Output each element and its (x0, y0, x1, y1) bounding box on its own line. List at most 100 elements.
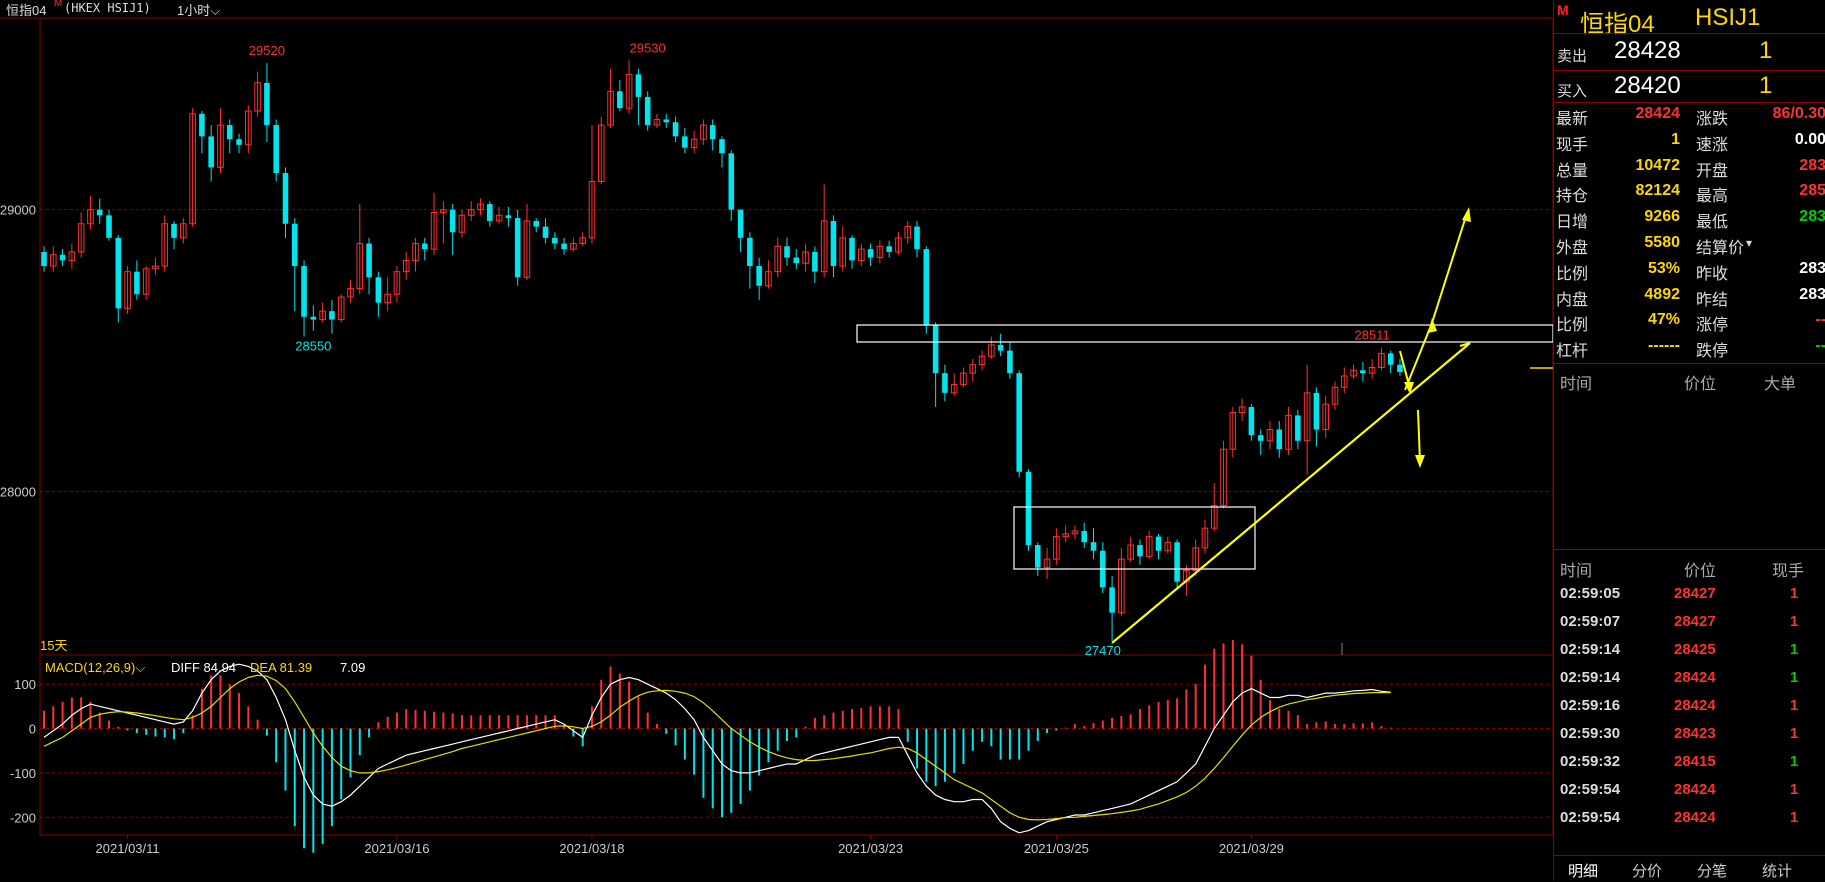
candle-body (1034, 545, 1041, 568)
arrowhead-down-2 (1415, 455, 1425, 468)
candle-body (635, 74, 642, 97)
macd-label[interactable]: MACD(12,26,9)⌵ (45, 660, 145, 675)
candle-body (1109, 587, 1115, 613)
tick-hdr-price: 价位 (1684, 563, 1717, 580)
stat-value: 10472 (1635, 156, 1681, 174)
stat-row: 昨收 283 (1696, 258, 1825, 283)
candle-body (784, 246, 790, 258)
tick-volume: 1 (1790, 697, 1799, 714)
stat-value: 283 (1799, 285, 1825, 303)
candle-body (1397, 364, 1403, 373)
candle-body (728, 153, 735, 210)
price-chart[interactable]: 28000 29000 2021/03/11 2021/03/16 2021/03/18… (0, 0, 1553, 881)
candle-layer (41, 60, 1403, 641)
annotation-layer: 29520 29530 28550 27470 28511 (249, 40, 1390, 658)
tick-price: 28425 (1674, 641, 1716, 658)
tab-stats[interactable]: 统计 (1762, 860, 1792, 881)
candle-body (375, 277, 382, 303)
stat-key: 结算价 (1696, 240, 1745, 257)
candle-body (1090, 542, 1097, 551)
stat-key: 最高 (1696, 188, 1729, 206)
stat-value: 5580 (1644, 234, 1680, 251)
candle-body (830, 220, 837, 267)
tick-hdr-time: 时间 (1560, 563, 1593, 580)
candle-body (273, 125, 279, 174)
candle-body (291, 223, 298, 267)
stat-row: 最新 28424 (1556, 103, 1680, 128)
tick-time: 02:59:54 (1560, 781, 1621, 798)
candle-body (533, 220, 540, 227)
divider (1554, 549, 1825, 550)
tick-price: 28424 (1674, 697, 1716, 714)
chevron-down-icon[interactable]: ▾ (1746, 236, 1752, 250)
candle-body (1313, 392, 1320, 430)
candle-body (719, 139, 725, 154)
range-label: 15天 (40, 638, 67, 653)
macd-layer (43, 639, 1392, 853)
stat-value: 283 (1799, 259, 1825, 277)
tab-trades[interactable]: 分笔 (1697, 860, 1727, 881)
axis-layer: 28000 29000 2021/03/11 2021/03/16 2021/03/18… (0, 203, 1284, 856)
tick-row: 02:59:54 28424 1 (1554, 804, 1825, 832)
stat-row: 现手 1 (1556, 129, 1680, 154)
stat-key: 最低 (1696, 214, 1729, 232)
stat-value: ------ (1648, 337, 1680, 355)
stat-value: 283 (1799, 156, 1825, 174)
macd-y-tick-label: -100 (10, 766, 36, 781)
tick-row: 02:59:07 28427 1 (1554, 608, 1825, 636)
tick-time: 02:59:14 (1560, 641, 1621, 658)
tick-hdr-vol: 现手 (1772, 563, 1805, 580)
buy-row[interactable]: 买入 28420 1 (1554, 70, 1825, 104)
candle-body (449, 209, 456, 233)
analysis-overlay (856, 207, 1553, 655)
candle-body (709, 125, 716, 140)
buy-volume: 1 (1759, 72, 1773, 99)
chevron-down-icon: ⌵ (135, 660, 145, 675)
candle-body (487, 204, 493, 221)
big-hdr-order: 大单 (1764, 376, 1797, 393)
candle-body (514, 218, 521, 278)
candle-body (134, 271, 140, 295)
stat-key: 比例 (1556, 265, 1589, 283)
tick-price: 28415 (1674, 753, 1716, 770)
tick-volume: 1 (1790, 669, 1799, 686)
macd-y-tick-label: 100 (14, 677, 36, 692)
grid-layer (0, 17, 1553, 836)
candle-body (1360, 370, 1366, 374)
candle-body (867, 249, 874, 258)
stat-key: 昨收 (1696, 265, 1729, 283)
macd-dea-label: DEA 81.39 (250, 660, 312, 675)
sell-volume: 1 (1759, 37, 1773, 64)
candle-body (1155, 536, 1162, 551)
stat-row: 外盘 5580 (1556, 232, 1680, 257)
tick-time: 02:59:07 (1560, 613, 1621, 630)
macd-diff-line (43, 663, 1391, 834)
candle-body (115, 237, 122, 309)
stat-key: 现手 (1556, 136, 1589, 154)
sell-row[interactable]: 卖出 28428 1 (1554, 35, 1825, 69)
candle-body (366, 243, 372, 278)
stat-value: 283 (1799, 208, 1825, 226)
tick-row: 02:59:30 28423 1 (1554, 720, 1825, 748)
price-annotation: 28511 (1355, 327, 1390, 342)
tick-volume: 1 (1790, 781, 1799, 798)
stat-value: 285 (1799, 182, 1825, 200)
stat-row: 跌停 -- (1696, 335, 1825, 360)
tick-row: 02:59:32 28415 1 (1554, 748, 1825, 776)
candle-body (1007, 350, 1013, 374)
scenario-arrow-up-2 (1431, 212, 1468, 324)
tab-detail[interactable]: 明细 (1568, 860, 1598, 881)
candle-body (1387, 353, 1394, 365)
tab-price-dist[interactable]: 分价 (1632, 860, 1662, 881)
price-annotation: 28550 (295, 339, 331, 354)
tick-volume: 1 (1790, 641, 1799, 658)
panel-code: HSIJ1 (1695, 4, 1761, 31)
stat-row: 日增 9266 (1556, 206, 1680, 231)
candle-body (1016, 373, 1022, 472)
candle-body (942, 373, 948, 393)
candle-body (1295, 415, 1301, 441)
stat-key: 日增 (1556, 214, 1589, 232)
stat-key: 跌停 (1696, 343, 1729, 361)
x-tick-label: 2021/03/16 (364, 841, 429, 856)
stat-row: 昨结 283 (1696, 284, 1825, 309)
